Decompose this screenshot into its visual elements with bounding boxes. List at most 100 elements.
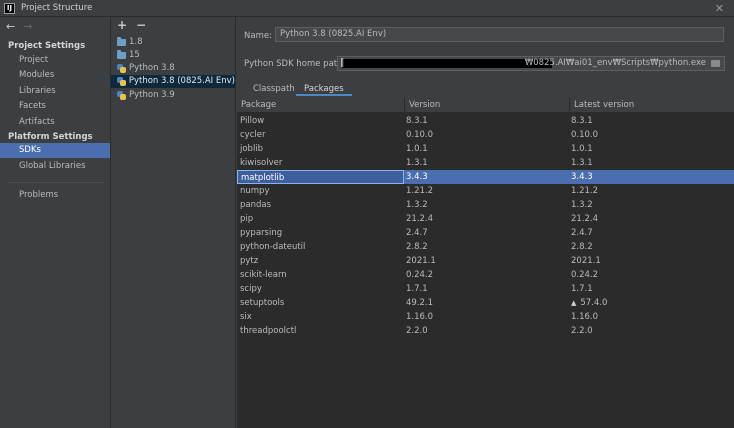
package-latest-version: 2.8.2 (571, 242, 593, 252)
package-version: 1.3.2 (406, 200, 428, 210)
title-bar: IJ Project Structure ✕ (0, 0, 734, 17)
package-name: pandas (240, 200, 272, 210)
home-path-prefix: ‖ (340, 58, 345, 68)
sdk-item-label: Python 3.8 (129, 63, 175, 73)
sdk-item[interactable]: 15 (111, 49, 235, 62)
python-icon (117, 77, 126, 86)
package-version: 1.0.1 (406, 144, 428, 154)
package-name: python-dateutil (240, 242, 306, 252)
upgrade-available-icon[interactable]: ▲ (571, 296, 576, 310)
table-row-selected[interactable]: matplotlib 3.4.3 3.4.3 (237, 170, 734, 184)
python-icon (117, 64, 126, 73)
remove-sdk-button[interactable]: − (136, 18, 146, 32)
package-version: 1.21.2 (406, 186, 434, 196)
package-version: 0.24.2 (406, 270, 434, 280)
name-label: Name: (244, 31, 272, 41)
package-latest-version: 1.7.1 (571, 284, 593, 294)
project-settings-heading: Project Settings (8, 41, 86, 51)
package-latest-version: 0.24.2 (571, 270, 599, 280)
package-name: cycler (240, 130, 266, 140)
package-name: pyparsing (240, 228, 283, 238)
sdk-item-label: Python 3.9 (129, 90, 175, 100)
sdk-detail-pane: Name: Python 3.8 (0825.AI Env) Python SD… (237, 17, 734, 428)
table-row[interactable]: numpy 1.21.2 1.21.2 (237, 184, 734, 198)
table-row[interactable]: six 1.16.0 1.16.0 (237, 310, 734, 324)
app-logo-icon: IJ (4, 2, 15, 14)
sidebar-item-problems[interactable]: Problems (0, 188, 110, 203)
package-name: matplotlib (237, 170, 404, 184)
package-version: 21.2.4 (406, 214, 434, 224)
package-version: 1.3.1 (406, 158, 428, 168)
close-icon[interactable]: ✕ (715, 2, 724, 15)
tab-classpath[interactable]: Classpath (253, 82, 295, 96)
package-latest-version: 2.4.7 (571, 228, 593, 238)
home-path-field[interactable]: ‖ ₩0825.AI₩ai01_env₩Scripts₩python.exe (337, 56, 725, 71)
package-latest-version: 8.3.1 (571, 116, 593, 126)
sdk-item[interactable]: Python 3.8 (111, 62, 235, 75)
folder-icon (117, 50, 126, 59)
nav-arrows: ← → (6, 20, 32, 33)
add-sdk-button[interactable]: + (117, 18, 127, 32)
tab-packages[interactable]: Packages (296, 82, 352, 96)
table-header: Package Version Latest version (237, 98, 734, 113)
package-name: scikit-learn (240, 270, 287, 280)
table-row[interactable]: python-dateutil 2.8.2 2.8.2 (237, 240, 734, 254)
table-row[interactable]: pandas 1.3.2 1.3.2 (237, 198, 734, 212)
back-arrow-icon[interactable]: ← (6, 20, 15, 33)
sdk-item[interactable]: Python 3.9 (111, 89, 235, 102)
sidebar-item-project[interactable]: Project (0, 53, 110, 68)
table-row[interactable]: pyparsing 2.4.7 2.4.7 (237, 226, 734, 240)
column-header-package[interactable]: Package (237, 98, 405, 113)
package-version: 2.2.0 (406, 326, 428, 336)
table-row[interactable]: pip 21.2.4 21.2.4 (237, 212, 734, 226)
table-row[interactable]: threadpoolctl 2.2.0 2.2.0 (237, 324, 734, 338)
table-row[interactable]: Pillow 8.3.1 8.3.1 (237, 114, 734, 128)
package-version: 3.4.3 (406, 172, 428, 182)
package-name: six (240, 312, 252, 322)
sdk-item-selected[interactable]: Python 3.8 (0825.AI Env) (111, 75, 235, 88)
column-header-version[interactable]: Version (405, 98, 570, 113)
package-latest-version: 1.16.0 (571, 312, 599, 322)
package-name: joblib (240, 144, 264, 154)
package-latest-version: ▲ 57.4.0 (568, 296, 607, 310)
package-version: 0.10.0 (406, 130, 434, 140)
sdk-name-field[interactable]: Python 3.8 (0825.AI Env) (275, 27, 724, 42)
sidebar-item-sdks[interactable]: SDKs (0, 143, 110, 158)
table-row[interactable]: pytz 2021.1 2021.1 (237, 254, 734, 268)
package-latest-version: 2021.1 (571, 256, 601, 266)
folder-icon (117, 37, 126, 46)
package-latest-version: 21.2.4 (571, 214, 599, 224)
package-version: 49.2.1 (406, 298, 434, 308)
package-version: 2.8.2 (406, 242, 428, 252)
sidebar-item-libraries[interactable]: Libraries (0, 84, 110, 99)
forward-arrow-icon[interactable]: → (23, 20, 32, 33)
browse-folder-icon[interactable] (711, 60, 720, 67)
platform-settings-heading: Platform Settings (8, 132, 93, 142)
column-header-latest-version[interactable]: Latest version (570, 98, 734, 113)
table-row[interactable]: scipy 1.7.1 1.7.1 (237, 282, 734, 296)
package-name: Pillow (240, 116, 265, 126)
sidebar-item-modules[interactable]: Modules (0, 68, 110, 83)
settings-sidebar: ← → Project Settings Project Modules Lib… (0, 17, 111, 428)
package-name: numpy (240, 186, 270, 196)
package-latest-version: 3.4.3 (571, 172, 593, 182)
table-row[interactable]: cycler 0.10.0 0.10.0 (237, 128, 734, 142)
sidebar-divider (8, 182, 104, 183)
sdk-item[interactable]: 1.8 (111, 36, 235, 49)
redacted-path (342, 59, 552, 68)
sdk-item-label: 1.8 (129, 37, 143, 47)
package-version: 1.7.1 (406, 284, 428, 294)
package-version: 8.3.1 (406, 116, 428, 126)
table-row[interactable]: joblib 1.0.1 1.0.1 (237, 142, 734, 156)
package-version: 2021.1 (406, 256, 436, 266)
package-name: threadpoolctl (240, 326, 297, 336)
sidebar-item-artifacts[interactable]: Artifacts (0, 115, 110, 130)
home-path-suffix: ₩0825.AI₩ai01_env₩Scripts₩python.exe (524, 58, 706, 68)
sidebar-item-global-libraries[interactable]: Global Libraries (0, 159, 110, 174)
sdk-toolbar: + − (117, 18, 146, 32)
table-row[interactable]: setuptools 49.2.1 ▲ 57.4.0 (237, 296, 734, 310)
sidebar-item-facets[interactable]: Facets (0, 99, 110, 114)
table-row[interactable]: kiwisolver 1.3.1 1.3.1 (237, 156, 734, 170)
table-row[interactable]: scikit-learn 0.24.2 0.24.2 (237, 268, 734, 282)
package-version: 1.16.0 (406, 312, 434, 322)
